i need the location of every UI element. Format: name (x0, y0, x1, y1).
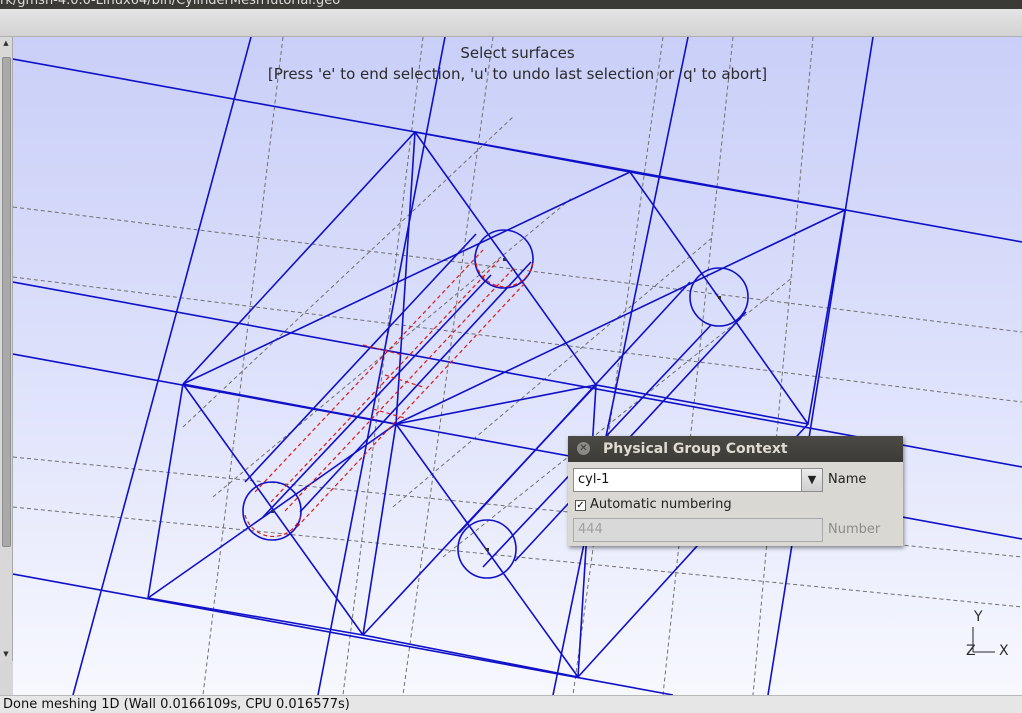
mesh-geometry[interactable] (13, 37, 1022, 695)
dialog-title: Physical Group Context (603, 441, 788, 457)
dialog-titlebar[interactable]: ✕ Physical Group Context (568, 436, 903, 462)
scroll-up-arrow-icon[interactable]: ▲ (1, 38, 11, 48)
status-bar: Done meshing 1D (Wall 0.0166109s, CPU 0.… (0, 695, 1022, 713)
scroll-down-arrow-icon[interactable]: ▼ (1, 649, 11, 659)
mesh-edges (13, 37, 1022, 695)
graphics-viewport[interactable]: Select surfaces [Press 'e' to end select… (13, 37, 1022, 695)
name-input[interactable]: cyl-1 (578, 472, 609, 487)
name-combobox[interactable]: cyl-1 ▼ (573, 468, 823, 492)
close-icon[interactable]: ✕ (577, 442, 590, 455)
auto-numbering-checkbox[interactable]: ✓ (575, 500, 586, 511)
vertical-scrollbar[interactable]: ▲ ▼ (0, 37, 13, 661)
selection-hint-title: Select surfaces (460, 44, 575, 62)
selection-hint-instructions: [Press 'e' to end selection, 'u' to undo… (267, 65, 768, 83)
auto-numbering-label[interactable]: Automatic numbering (590, 497, 732, 512)
axis-y-label: Y (974, 609, 983, 625)
name-label: Name (828, 472, 867, 487)
physical-group-dialog: ✕ Physical Group Context cyl-1 ▼ Name ✓ … (568, 436, 903, 546)
axis-x-label: X (999, 643, 1009, 659)
checkmark-icon: ✓ (576, 500, 585, 511)
selected-surface-highlight (244, 249, 534, 537)
number-field: 444 (573, 518, 823, 542)
window-title: rk/gmsh-4.0.0-Linux64/bin/CylinderMeshTu… (0, 0, 341, 8)
status-message: Done meshing 1D (Wall 0.0166109s, CPU 0.… (3, 697, 350, 712)
window-titlebar: rk/gmsh-4.0.0-Linux64/bin/CylinderMeshTu… (0, 0, 1022, 9)
axis-z-label: Z (966, 643, 976, 659)
axis-indicator-icon (972, 627, 995, 653)
chevron-down-icon[interactable]: ▼ (801, 469, 822, 491)
number-value: 444 (578, 522, 603, 537)
menu-bar (0, 9, 1022, 37)
number-label: Number (828, 522, 881, 537)
scroll-thumb[interactable] (2, 57, 11, 547)
